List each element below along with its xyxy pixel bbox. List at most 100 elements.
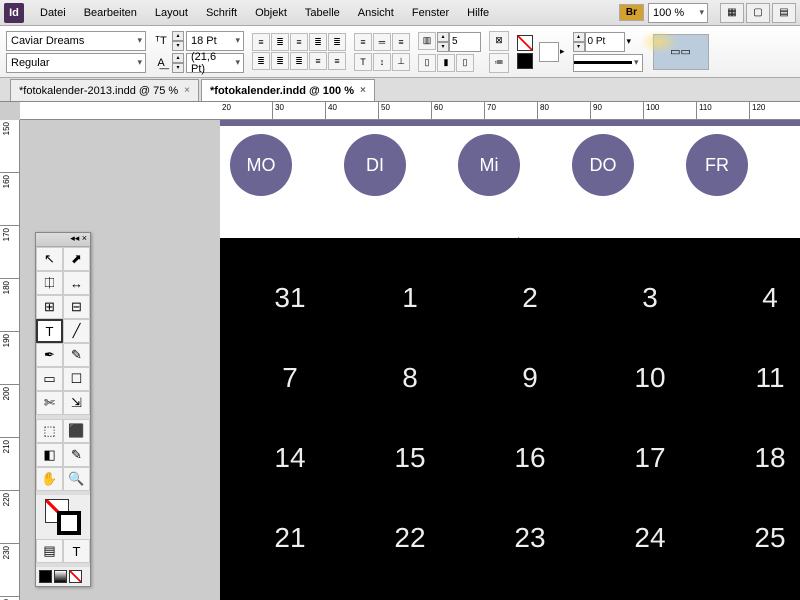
justify-right-icon[interactable]: ≣ <box>290 52 308 70</box>
line-tool-icon[interactable]: ╱ <box>63 319 90 343</box>
formatting-container-icon[interactable]: ▤ <box>36 539 63 563</box>
cell[interactable]: 22 <box>394 522 425 554</box>
cell[interactable]: 10 <box>634 362 665 394</box>
cell[interactable]: 17 <box>634 442 665 474</box>
bullets-icon[interactable]: ≔ <box>489 53 509 73</box>
leading-dropdown[interactable]: (21,6 Pt) <box>186 53 244 73</box>
fill-proxy-icon[interactable] <box>539 42 559 62</box>
cell[interactable]: 21 <box>274 522 305 554</box>
justify-left-icon[interactable]: ≣ <box>309 33 327 51</box>
menu-datei[interactable]: Datei <box>32 3 74 23</box>
apply-none-icon[interactable] <box>69 570 82 583</box>
day-mo[interactable]: MO <box>230 134 292 196</box>
fill-stroke-proxy[interactable] <box>36 495 90 539</box>
apply-color-icon[interactable] <box>39 570 52 583</box>
rectangle-frame-tool-icon[interactable]: ▭ <box>36 367 63 391</box>
type-tool-icon[interactable]: T <box>36 319 63 343</box>
menu-schrift[interactable]: Schrift <box>198 3 245 23</box>
menu-bearbeiten[interactable]: Bearbeiten <box>76 3 145 23</box>
cols-icon[interactable]: ▥ <box>418 32 436 50</box>
content-collector-icon[interactable]: ⊞ <box>36 295 63 319</box>
stroke-swatch[interactable] <box>517 53 533 69</box>
gap-tool-icon[interactable]: ↔ <box>63 271 90 295</box>
close-icon[interactable]: × <box>360 85 366 96</box>
wrap-preview-icon[interactable]: ▭▭ <box>653 34 709 70</box>
free-transform-tool-icon[interactable]: ⇲ <box>63 391 90 415</box>
stroke-style-dropdown[interactable] <box>573 54 643 72</box>
gradient-feather-tool-icon[interactable]: ⬛ <box>63 419 90 443</box>
para-align-icon[interactable]: ═ <box>373 33 391 51</box>
cell[interactable]: 31 <box>274 282 305 314</box>
balance-icon[interactable]: ▯ <box>418 54 436 72</box>
menu-tabelle[interactable]: Tabelle <box>297 3 348 23</box>
day-mi[interactable]: Mi <box>458 134 520 196</box>
apply-gradient-icon[interactable] <box>54 570 67 583</box>
align-left-icon[interactable]: ≡ <box>252 33 270 51</box>
day-fr[interactable]: FR <box>686 134 748 196</box>
canvas[interactable]: MO DI Mi DO FR S ↓ 31 1 2 3 4 7 8 9 10 1… <box>20 120 800 600</box>
cell[interactable]: 2 <box>522 282 538 314</box>
hand-tool-icon[interactable]: ✋ <box>36 467 63 491</box>
note-tool-icon[interactable]: ◧ <box>36 443 63 467</box>
cell[interactable]: 23 <box>514 522 545 554</box>
cell[interactable]: 3 <box>642 282 658 314</box>
font-family-dropdown[interactable]: Caviar Dreams <box>6 31 146 51</box>
leading-spinner[interactable]: ▴▾ <box>172 53 184 73</box>
align-away-icon[interactable]: ≡ <box>328 52 346 70</box>
horizontal-ruler[interactable]: 2030 4050 6070 8090 100110 120130 140150 <box>20 102 800 120</box>
arrange-icon[interactable]: ▤ <box>772 3 796 23</box>
cell[interactable]: 16 <box>514 442 545 474</box>
font-size-dropdown[interactable]: 18 Pt <box>186 31 244 51</box>
panel-header[interactable]: ◂◂ × <box>36 233 90 247</box>
align-top-icon[interactable]: ≡ <box>309 52 327 70</box>
no-break-icon[interactable]: ⊠ <box>489 31 509 51</box>
calendar-table[interactable]: 31 1 2 3 4 7 8 9 10 11 14 15 16 17 18 21… <box>220 238 800 600</box>
stroke-weight-spinner[interactable]: ▴▾ 0 Pt ▾ <box>573 32 643 52</box>
cell[interactable]: 4 <box>762 282 778 314</box>
day-di[interactable]: DI <box>344 134 406 196</box>
tab-fotokalender[interactable]: *fotokalender.indd @ 100 % × <box>201 79 375 101</box>
pencil-tool-icon[interactable]: ✎ <box>63 343 90 367</box>
eyedropper-tool-icon[interactable]: ✎ <box>63 443 90 467</box>
direct-selection-tool-icon[interactable]: ⬈ <box>63 247 90 271</box>
menu-hilfe[interactable]: Hilfe <box>459 3 497 23</box>
tab-fotokalender-2013[interactable]: *fotokalender-2013.indd @ 75 % × <box>10 79 199 101</box>
view-mode-1-icon[interactable]: ▦ <box>720 3 744 23</box>
span-icon[interactable]: ▮ <box>437 54 455 72</box>
zoom-tool-icon[interactable]: 🔍 <box>63 467 90 491</box>
baseline-icon[interactable]: ↕ <box>373 53 391 71</box>
justify-center-icon[interactable]: ≣ <box>271 52 289 70</box>
selection-tool-icon[interactable]: ↖ <box>36 247 63 271</box>
rectangle-tool-icon[interactable]: ☐ <box>63 367 90 391</box>
justify-icon[interactable]: ≣ <box>328 33 346 51</box>
close-icon[interactable]: × <box>184 85 190 96</box>
stroke-color-icon[interactable] <box>57 511 81 535</box>
bridge-button[interactable]: Br <box>619 4 644 21</box>
document-page[interactable]: MO DI Mi DO FR S ↓ 31 1 2 3 4 7 8 9 10 1… <box>220 120 800 600</box>
cell[interactable]: 1 <box>402 282 418 314</box>
menu-objekt[interactable]: Objekt <box>247 3 295 23</box>
view-mode-2-icon[interactable]: ▢ <box>746 3 770 23</box>
gradient-swatch-tool-icon[interactable]: ⬚ <box>36 419 63 443</box>
text-opts-icon[interactable]: ⊥ <box>392 53 410 71</box>
text-frame-icon[interactable]: T <box>354 53 372 71</box>
menu-fenster[interactable]: Fenster <box>404 3 457 23</box>
split-icon[interactable]: ▯ <box>456 54 474 72</box>
cell[interactable]: 24 <box>634 522 665 554</box>
font-size-spinner[interactable]: ▴▾ <box>172 31 184 51</box>
cell[interactable]: 14 <box>274 442 305 474</box>
content-placer-icon[interactable]: ⊟ <box>63 295 90 319</box>
formatting-text-icon[interactable]: T <box>63 539 90 563</box>
fill-swatch[interactable] <box>517 35 533 51</box>
tools-panel[interactable]: ◂◂ × ↖ ⬈ ⎅ ↔ ⊞ ⊟ T ╱ ✒ ✎ ▭ ☐ ✄ ⇲ ⬚ ⬛ ◧ ✎… <box>35 232 91 587</box>
columns-spinner[interactable]: ▴▾ 5 <box>437 32 481 52</box>
align-center-icon[interactable]: ≣ <box>271 33 289 51</box>
page-tool-icon[interactable]: ⎅ <box>36 271 63 295</box>
cell[interactable]: 8 <box>402 362 418 394</box>
cell[interactable]: 11 <box>755 362 784 394</box>
cell[interactable]: 15 <box>394 442 425 474</box>
cell[interactable]: 9 <box>522 362 538 394</box>
para-after-icon[interactable]: ≡ <box>392 33 410 51</box>
align-right-icon[interactable]: ≡ <box>290 33 308 51</box>
vertical-ruler[interactable]: 150160 170180 190200 210220 230240 <box>0 120 20 600</box>
